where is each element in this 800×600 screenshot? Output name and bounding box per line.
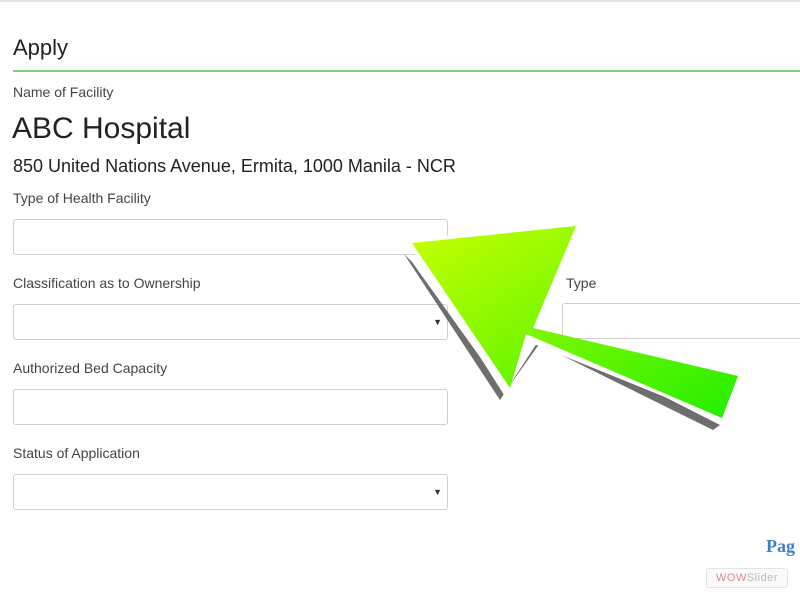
wowslider-watermark: WOWSlider bbox=[706, 568, 788, 588]
apply-page: Apply Name of Facility ABC Hospital 850 … bbox=[0, 0, 800, 600]
status-of-application-select[interactable]: ▼ bbox=[13, 474, 448, 510]
page-link[interactable]: Pag bbox=[766, 536, 795, 557]
authorized-bed-capacity-label: Authorized Bed Capacity bbox=[13, 360, 168, 376]
page-title: Apply bbox=[13, 35, 69, 60]
ownership-classification-label: Classification as to Ownership bbox=[13, 275, 201, 291]
watermark-part2: Slider bbox=[746, 572, 778, 584]
type-of-health-facility-label: Type of Health Facility bbox=[13, 190, 151, 206]
type-label: Type bbox=[566, 275, 597, 291]
authorized-bed-capacity-input[interactable] bbox=[13, 389, 448, 425]
facility-address: 850 United Nations Avenue, Ermita, 1000 … bbox=[13, 156, 456, 176]
chevron-down-icon: ▼ bbox=[433, 317, 442, 327]
type-select[interactable] bbox=[562, 303, 800, 339]
facility-name: ABC Hospital bbox=[12, 112, 191, 145]
arrow-shadow bbox=[404, 254, 720, 430]
title-divider bbox=[13, 70, 800, 72]
watermark-part1: WOW bbox=[716, 572, 747, 584]
green-pointer-arrow-icon bbox=[404, 222, 742, 430]
ownership-classification-select[interactable]: ▼ bbox=[13, 304, 448, 340]
chevron-down-icon: ▼ bbox=[433, 487, 442, 497]
top-border bbox=[0, 0, 800, 2]
type-of-health-facility-input[interactable] bbox=[13, 219, 448, 255]
status-of-application-label: Status of Application bbox=[13, 445, 140, 461]
facility-name-label: Name of Facility bbox=[13, 84, 114, 100]
